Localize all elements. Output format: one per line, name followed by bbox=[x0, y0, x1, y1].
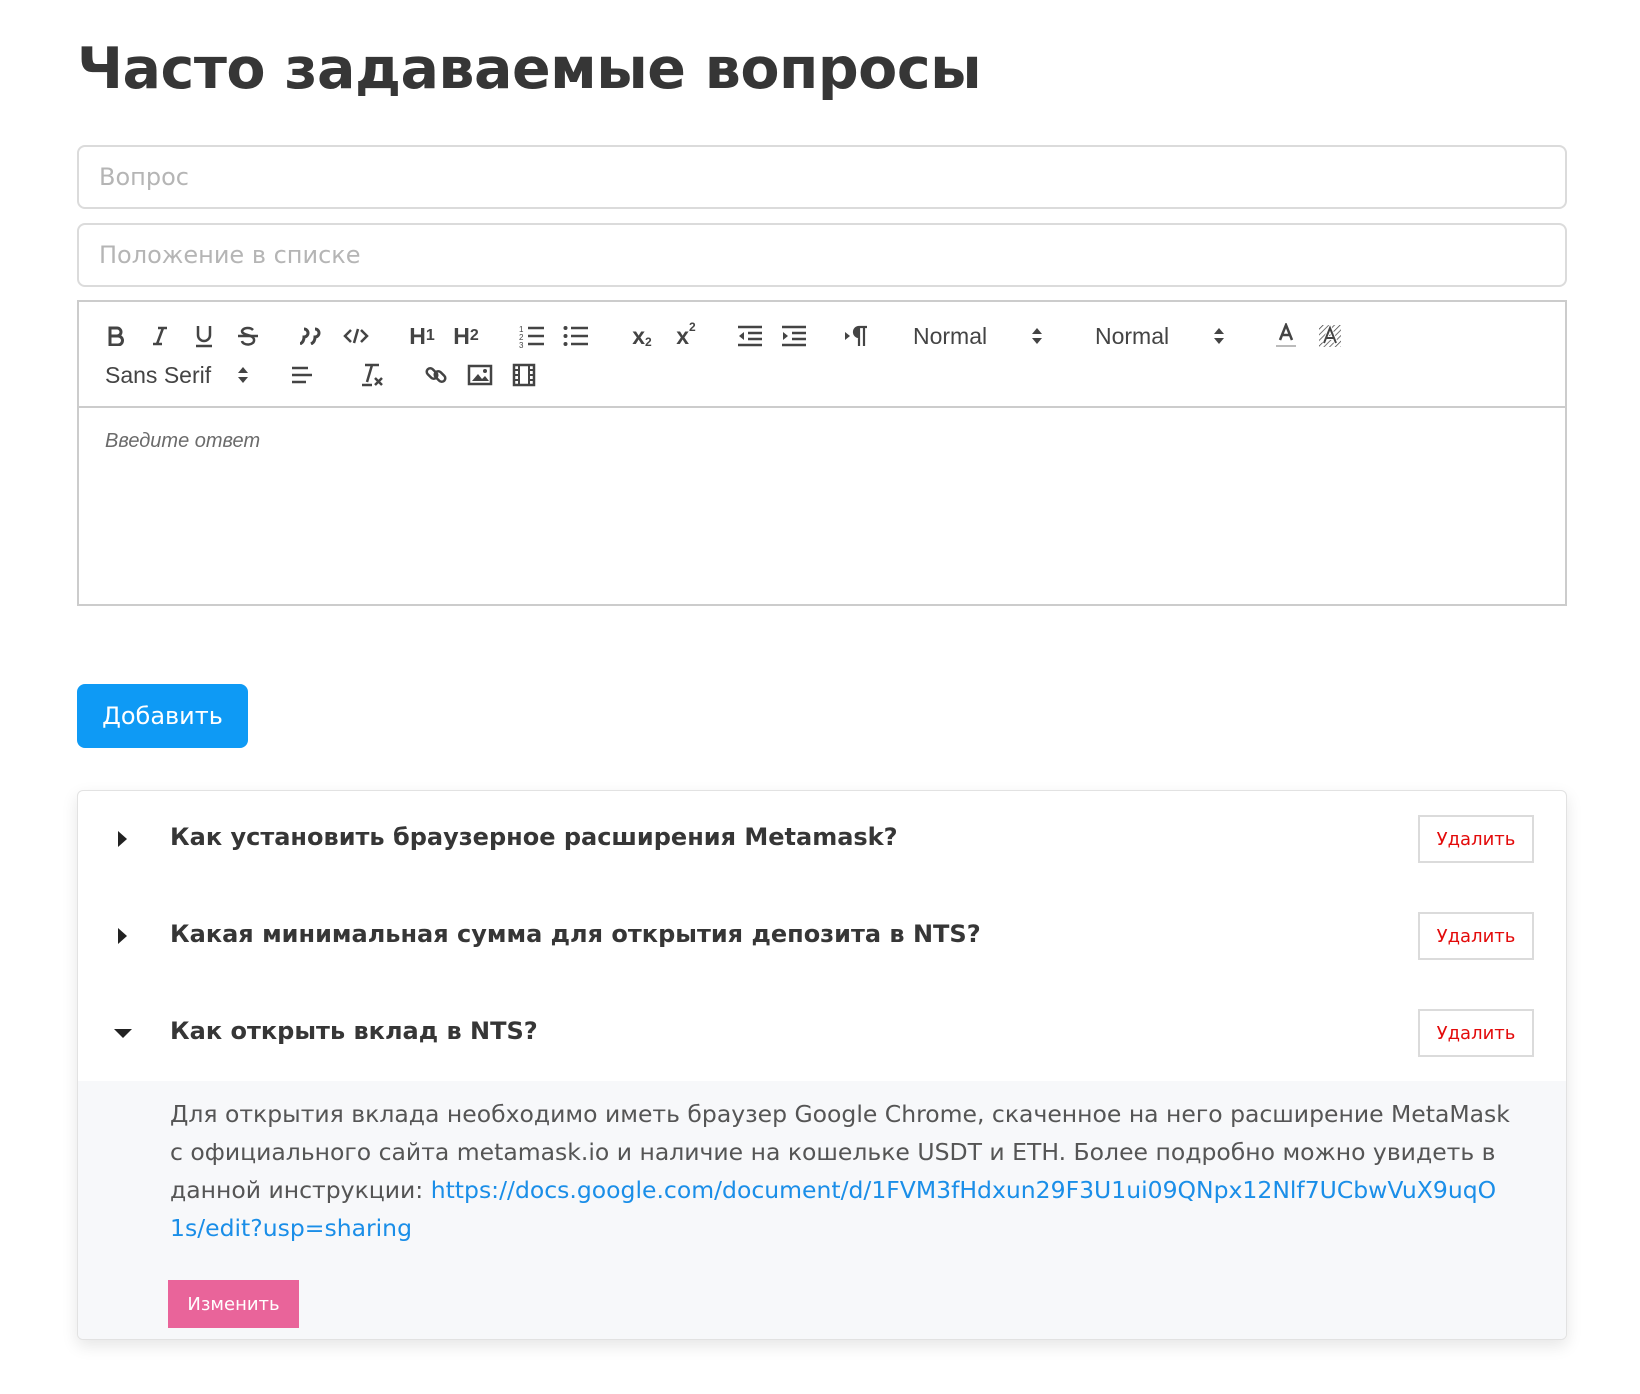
delete-button[interactable]: Удалить bbox=[1418, 1009, 1534, 1057]
delete-button[interactable]: Удалить bbox=[1418, 912, 1534, 960]
add-button[interactable]: Добавить bbox=[77, 684, 248, 748]
faq-question[interactable]: Как установить браузерное расширения Met… bbox=[170, 823, 898, 851]
subscript-icon[interactable]: x2 bbox=[625, 318, 659, 354]
edit-button[interactable]: Изменить bbox=[168, 1280, 299, 1328]
answer-editor: H1 H2 123 x2 x2 Normal Normal Sans Serif… bbox=[77, 300, 1567, 606]
caret-down-icon[interactable] bbox=[114, 1029, 132, 1038]
editor-toolbar: H1 H2 123 x2 x2 Normal Normal Sans Serif bbox=[79, 302, 1565, 408]
answer-text: Для открытия вклада необходимо иметь бра… bbox=[170, 1095, 1510, 1247]
page-title: Часто задаваемые вопросы bbox=[77, 36, 982, 102]
select-arrows-icon bbox=[1032, 328, 1042, 344]
align-icon[interactable] bbox=[285, 357, 319, 393]
header-1-icon[interactable]: H1 bbox=[405, 318, 439, 354]
faq-item: Какая минимальная сумма для открытия деп… bbox=[78, 888, 1566, 984]
svg-text:3: 3 bbox=[519, 341, 524, 348]
faq-question[interactable]: Как открыть вклад в NTS? bbox=[170, 1017, 538, 1045]
bold-icon[interactable] bbox=[101, 318, 131, 354]
superscript-icon[interactable]: x2 bbox=[669, 318, 703, 354]
outdent-icon[interactable] bbox=[733, 318, 767, 354]
text-color-icon[interactable] bbox=[1269, 318, 1303, 354]
size-select-value: Normal bbox=[1095, 322, 1170, 349]
answer-editor-body[interactable]: Введите ответ bbox=[79, 406, 1565, 604]
indent-icon[interactable] bbox=[777, 318, 811, 354]
font-select-value: Sans Serif bbox=[105, 361, 212, 388]
question-input[interactable] bbox=[77, 145, 1567, 209]
bullet-list-icon[interactable] bbox=[559, 318, 593, 354]
faq-item: Как открыть вклад в NTS? Удалить bbox=[78, 985, 1566, 1081]
image-icon[interactable] bbox=[463, 357, 497, 393]
code-block-icon[interactable] bbox=[339, 318, 373, 354]
header-2-icon[interactable]: H2 bbox=[449, 318, 483, 354]
font-select[interactable]: Sans Serif bbox=[105, 357, 249, 393]
link-icon[interactable] bbox=[419, 357, 453, 393]
clear-format-icon[interactable] bbox=[355, 357, 389, 393]
faq-answer: Для открытия вклада необходимо иметь бра… bbox=[78, 1081, 1566, 1339]
rtl-direction-icon[interactable] bbox=[839, 318, 873, 354]
select-arrows-icon bbox=[238, 367, 248, 383]
header-select-value: Normal bbox=[913, 322, 988, 349]
select-arrows-icon bbox=[1214, 328, 1224, 344]
italic-icon[interactable] bbox=[145, 318, 175, 354]
blockquote-icon[interactable] bbox=[295, 318, 329, 354]
background-color-icon[interactable] bbox=[1313, 318, 1347, 354]
video-icon[interactable] bbox=[507, 357, 541, 393]
position-input[interactable] bbox=[77, 223, 1567, 287]
caret-right-icon[interactable] bbox=[118, 831, 127, 847]
size-select[interactable]: Normal bbox=[1095, 318, 1225, 354]
faq-item: Как установить браузерное расширения Met… bbox=[78, 791, 1566, 887]
editor-placeholder: Введите ответ bbox=[105, 430, 261, 452]
caret-right-icon[interactable] bbox=[118, 928, 127, 944]
faq-list: Как установить браузерное расширения Met… bbox=[77, 790, 1567, 1340]
underline-icon[interactable] bbox=[189, 318, 219, 354]
faq-question[interactable]: Какая минимальная сумма для открытия деп… bbox=[170, 920, 981, 948]
delete-button[interactable]: Удалить bbox=[1418, 815, 1534, 863]
strike-icon[interactable] bbox=[233, 318, 263, 354]
ordered-list-icon[interactable]: 123 bbox=[515, 318, 549, 354]
header-select[interactable]: Normal bbox=[913, 318, 1043, 354]
